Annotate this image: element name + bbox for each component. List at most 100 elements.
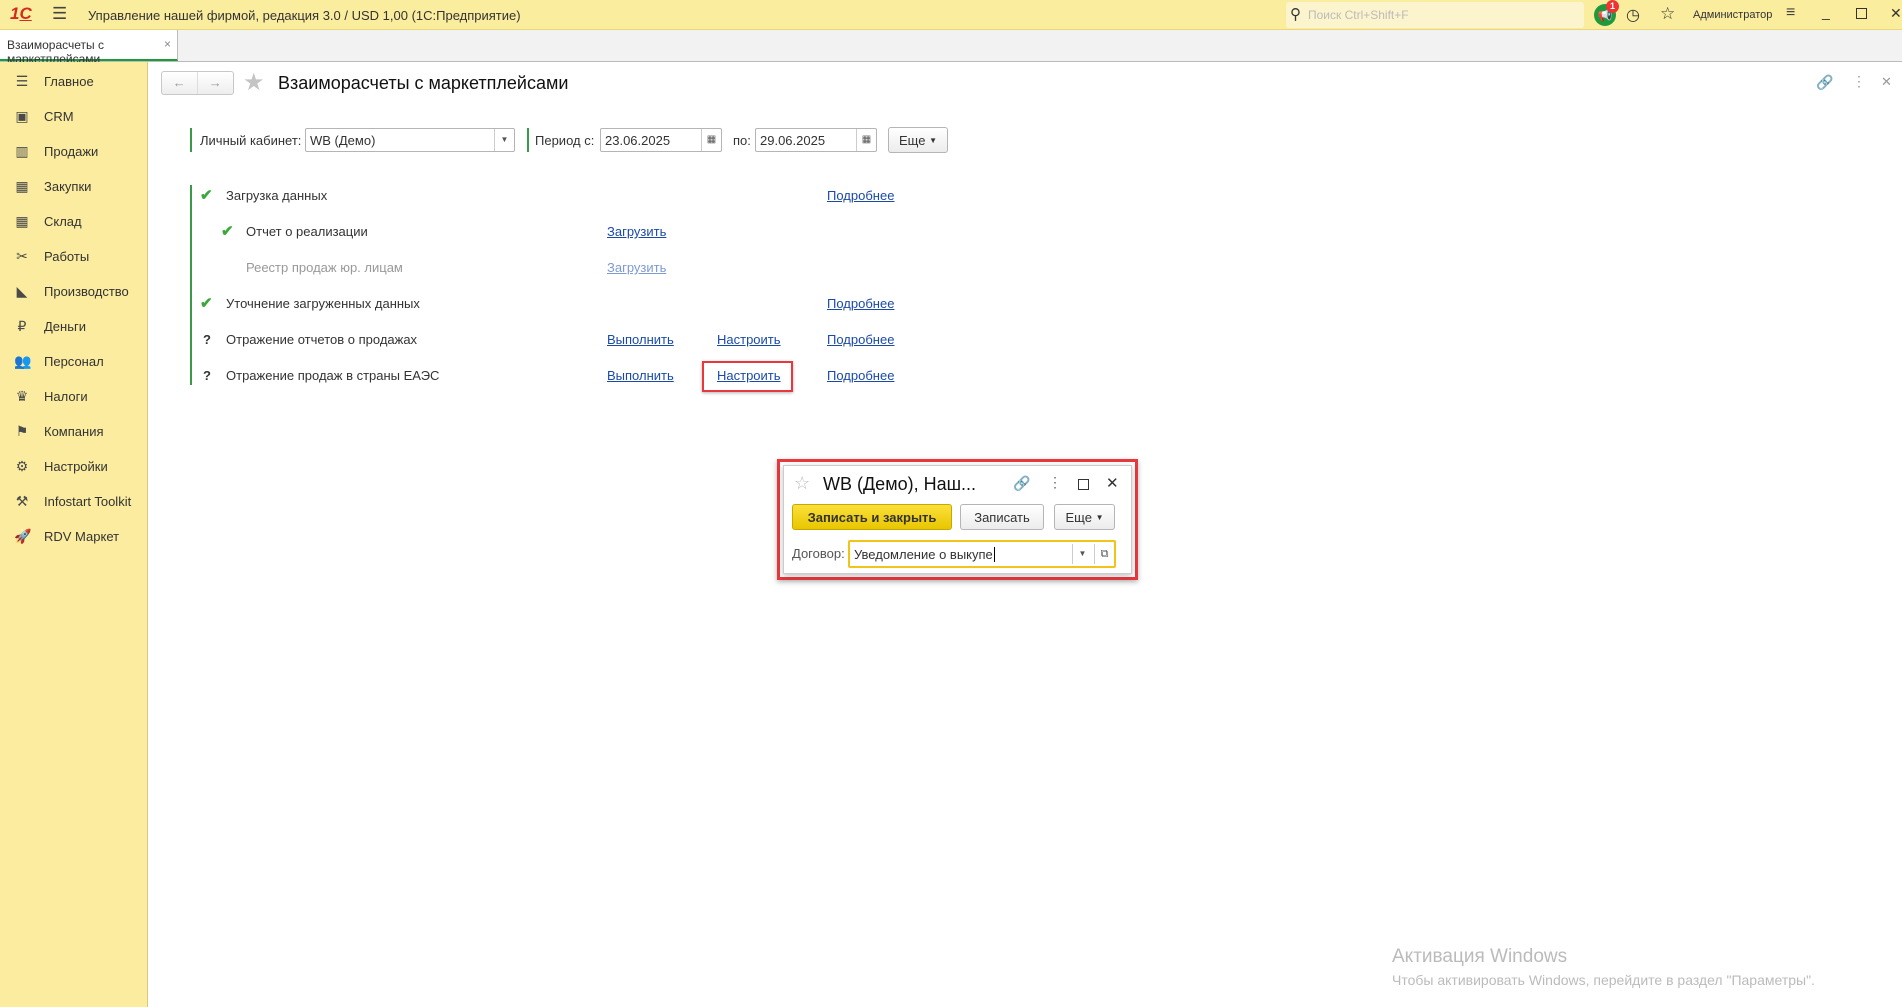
sidebar-item-main[interactable]: ☰ Главное: [0, 66, 147, 96]
save-and-close-button[interactable]: Записать и закрыть: [792, 504, 952, 530]
sidebar-item-sales[interactable]: ▥ Продажи: [0, 136, 147, 166]
more-button[interactable]: Еще ▼: [1054, 504, 1115, 530]
sidebar-item-crm[interactable]: ▣ CRM: [0, 101, 147, 131]
sidebar-item-warehouse[interactable]: ▦ Склад: [0, 206, 147, 236]
chevron-down-icon: ▼: [1095, 512, 1104, 522]
chevron-down-icon[interactable]: ▼: [1072, 544, 1092, 564]
chevron-down-icon[interactable]: ▼: [494, 129, 514, 151]
favorites-icon[interactable]: ☆: [1660, 4, 1675, 24]
1c-logo[interactable]: 1С: [10, 4, 32, 24]
open-icon[interactable]: ⧉: [1094, 544, 1114, 564]
setup-link[interactable]: Настроить: [717, 368, 781, 383]
back-button[interactable]: ←: [162, 72, 198, 94]
favorite-star-icon[interactable]: ★: [243, 68, 265, 97]
check-icon: ✔: [200, 295, 213, 312]
question-icon: ?: [203, 332, 211, 347]
close-window-icon[interactable]: ✕: [1890, 5, 1902, 22]
link-icon[interactable]: 🔗: [1816, 74, 1833, 91]
page-title: Взаиморасчеты с маркетплейсами: [278, 73, 569, 93]
text-cursor: [993, 547, 995, 562]
cabinet-select[interactable]: WB (Демо) ▼: [305, 128, 515, 152]
search-input[interactable]: ⚲ Поиск Ctrl+Shift+F: [1286, 2, 1584, 28]
close-icon[interactable]: ✕: [1106, 474, 1119, 492]
eagle-icon: ♛: [15, 388, 29, 404]
run-link[interactable]: Выполнить: [607, 332, 674, 347]
more-button[interactable]: Еще ▼: [888, 127, 948, 153]
details-link[interactable]: Подробнее: [827, 188, 894, 203]
setup-link[interactable]: Настроить: [717, 332, 781, 347]
settings-menu-icon[interactable]: ≡: [1786, 4, 1795, 22]
contract-dialog: ☆ WB (Демо), Наш... 🔗 ⋮ ✕ Записать и зак…: [783, 465, 1132, 574]
sidebar-item-settings[interactable]: ⚙ Настройки: [0, 451, 147, 481]
notification-badge: 1: [1606, 0, 1619, 13]
sidebar-item-purchases[interactable]: ▦ Закупки: [0, 171, 147, 201]
cabinet-value: WB (Демо): [310, 133, 376, 148]
title-bar: 1С ☰ Управление нашей фирмой, редакция 3…: [0, 0, 1902, 30]
forward-button[interactable]: →: [198, 72, 234, 94]
nav-buttons: ← →: [161, 71, 234, 95]
user-name[interactable]: Администратор: [1693, 9, 1772, 21]
details-link[interactable]: Подробнее: [827, 332, 894, 347]
sidebar: ☰ Главное ▣ CRM ▥ Продажи ▦ Закупки ▦ Склад ✂…: [0, 62, 148, 1007]
sidebar-item-infostart-toolkit[interactable]: ⚒ Infostart Toolkit: [0, 486, 147, 516]
save-and-close-label: Записать и закрыть: [807, 509, 937, 525]
sidebar-item-personnel[interactable]: 👥 Персонал: [0, 346, 147, 376]
wrench-icon: ⚒: [15, 493, 29, 509]
load-link[interactable]: Загрузить: [607, 224, 666, 239]
period-from-value: 23.06.2025: [605, 133, 671, 148]
sidebar-item-label: Склад: [44, 213, 82, 229]
more-actions-icon[interactable]: ⋮: [1852, 73, 1866, 90]
period-group-bar: [527, 128, 529, 152]
close-form-icon[interactable]: ✕: [1881, 74, 1892, 90]
steps-group-bar: [190, 185, 192, 385]
period-from-input[interactable]: 23.06.2025 ▦: [600, 128, 722, 152]
contract-input[interactable]: Уведомление о выкупе ▼ ⧉: [848, 540, 1116, 568]
tab-bar: Взаиморасчеты с маркетплейсами ×: [0, 30, 1902, 66]
menu-icon[interactable]: ☰: [52, 4, 67, 24]
maximize-icon[interactable]: [1078, 479, 1089, 490]
step-label: Отражение продаж в страны ЕАЭС: [226, 368, 440, 383]
windows-activation-title: Активация Windows: [1392, 946, 1568, 967]
contract-value: Уведомление о выкупе: [854, 547, 993, 562]
details-link[interactable]: Подробнее: [827, 368, 894, 383]
sidebar-item-label: Производство: [44, 283, 129, 299]
load-link[interactable]: Загрузить: [607, 260, 666, 275]
sidebar-item-money[interactable]: ₽ Деньги: [0, 311, 147, 341]
sidebar-item-label: CRM: [44, 108, 74, 124]
calendar-icon[interactable]: ▦: [856, 129, 876, 151]
minimize-icon[interactable]: _: [1822, 4, 1830, 20]
sidebar-item-company[interactable]: ⚑ Компания: [0, 416, 147, 446]
save-label: Записать: [974, 509, 1030, 525]
notifications-button[interactable]: 📢 1: [1594, 0, 1619, 26]
more-actions-icon[interactable]: ⋮: [1048, 474, 1062, 491]
details-link[interactable]: Подробнее: [827, 296, 894, 311]
step-label: Отражение отчетов о продажах: [226, 332, 418, 347]
warehouse-icon: ▦: [15, 213, 29, 229]
more-label: Еще: [1065, 509, 1092, 525]
sidebar-item-works[interactable]: ✂ Работы: [0, 241, 147, 271]
sidebar-item-taxes[interactable]: ♛ Налоги: [0, 381, 147, 411]
calendar-icon[interactable]: ▦: [701, 129, 721, 151]
run-link[interactable]: Выполнить: [607, 368, 674, 383]
sidebar-item-label: RDV Маркет: [44, 528, 120, 544]
sidebar-item-label: Налоги: [44, 388, 88, 404]
sidebar-item-rdv-market[interactable]: 🚀 RDV Маркет: [0, 521, 147, 551]
period-to-input[interactable]: 29.06.2025 ▦: [755, 128, 877, 152]
step-label: Отчет о реализации: [246, 224, 368, 239]
tab-close-icon[interactable]: ×: [164, 37, 171, 51]
dialog-title: WB (Демо), Наш...: [823, 474, 977, 494]
sidebar-item-production[interactable]: ◣ Производство: [0, 276, 147, 306]
maximize-icon[interactable]: [1856, 8, 1867, 19]
tab-mutual-settlements[interactable]: Взаиморасчеты с маркетплейсами ×: [0, 30, 178, 66]
tools-icon: ✂: [16, 248, 28, 264]
basket-icon: ▥: [15, 143, 29, 159]
people-icon: 👥: [14, 353, 32, 369]
link-icon[interactable]: 🔗: [1013, 475, 1030, 492]
history-icon[interactable]: ◷: [1626, 5, 1640, 25]
contract-label: Договор:: [792, 546, 845, 561]
favorite-star-icon[interactable]: ☆: [794, 473, 810, 494]
save-button[interactable]: Записать: [960, 504, 1044, 530]
filter-group-bar: [190, 128, 192, 152]
rocket-icon: 🚀: [14, 528, 32, 544]
factory-icon: ◣: [16, 283, 28, 299]
